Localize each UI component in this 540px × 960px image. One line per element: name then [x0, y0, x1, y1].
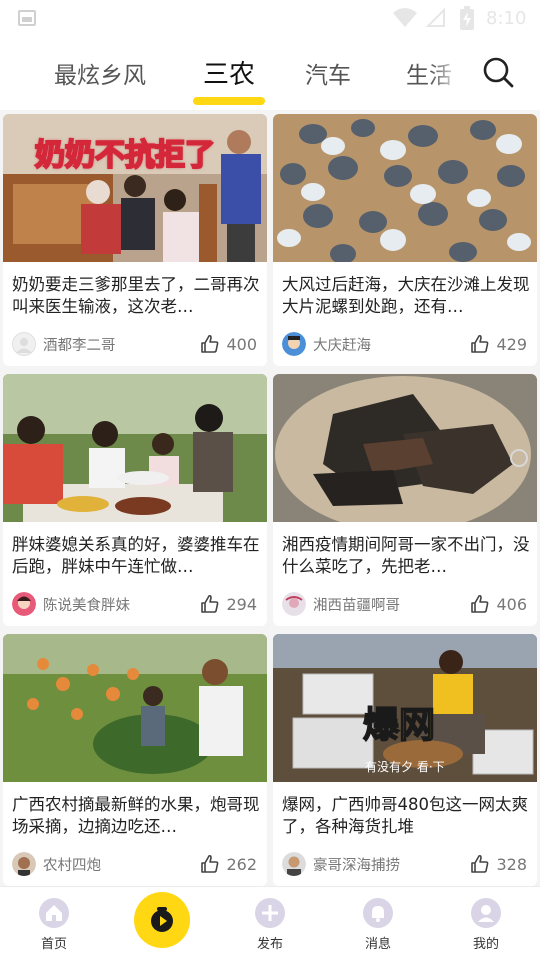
- thumbs-up-icon: [201, 854, 219, 873]
- video-thumbnail[interactable]: 爆网 有没有夕 看·下: [273, 634, 537, 782]
- thumbs-up-icon: [201, 334, 219, 353]
- status-bar: 8:10: [0, 0, 540, 36]
- tab-label: 三农: [203, 60, 256, 90]
- like-button[interactable]: 294: [200, 592, 257, 616]
- tab-sannong[interactable]: 三农: [193, 54, 266, 105]
- video-card[interactable]: 胖妹婆媳关系真的好，婆婆推车在后跑，胖妹中午连忙做… 陈说美食胖妹 294: [3, 374, 267, 626]
- video-title[interactable]: 大风过后赶海，大庆在沙滩上发现大片泥螺到处跑，还有…: [282, 274, 532, 318]
- video-title[interactable]: 广西农村摘最新鲜的水果，炮哥现场采摘，边摘边吃还…: [12, 794, 262, 838]
- like-count: 262: [226, 854, 257, 874]
- like-button[interactable]: 406: [470, 592, 527, 616]
- video-thumbnail[interactable]: [273, 114, 537, 262]
- like-button[interactable]: 400: [200, 332, 257, 356]
- avatar: [12, 852, 36, 876]
- video-card[interactable]: 湘西疫情期间阿哥一家不出门，没什么菜吃了，先把老… 湘西苗疆啊哥 406: [273, 374, 537, 626]
- like-button[interactable]: 262: [200, 852, 257, 876]
- thumbnail-image: [273, 374, 537, 522]
- thumbnail-subcaption: 有没有夕 看·下: [365, 760, 445, 774]
- nav-label: 我的: [472, 937, 499, 952]
- author-info[interactable]: 酒都李二哥: [12, 332, 116, 356]
- thumbnail-caption: 奶奶不抗拒了: [34, 137, 216, 174]
- author-name: 湘西苗疆啊哥: [313, 597, 400, 614]
- thumbnail-image: [273, 114, 537, 262]
- author-name: 豪哥深海捕捞: [313, 857, 400, 874]
- avatar: [282, 592, 306, 616]
- gallery-icon: [18, 10, 36, 26]
- avatar: [12, 592, 36, 616]
- like-count: 400: [226, 334, 257, 354]
- video-thumbnail[interactable]: [273, 374, 537, 522]
- tab-label: 汽车: [305, 63, 351, 89]
- video-thumbnail[interactable]: 奶奶不抗拒了: [3, 114, 267, 262]
- avatar: [282, 852, 306, 876]
- tab-zuixuanxiangfeng[interactable]: 最炫乡风: [54, 56, 146, 90]
- tab-label: 最炫乡风: [54, 63, 146, 89]
- author-info[interactable]: 陈说美食胖妹: [12, 592, 130, 616]
- author-name: 酒都李二哥: [43, 337, 116, 354]
- thumbs-up-icon: [471, 334, 489, 353]
- tab-qiche[interactable]: 汽车: [305, 56, 351, 90]
- battery-icon: [460, 6, 474, 30]
- active-tab-indicator: [193, 97, 266, 105]
- video-title[interactable]: 胖妹婆媳关系真的好，婆婆推车在后跑，胖妹中午连忙做…: [12, 534, 262, 578]
- video-thumbnail[interactable]: [3, 634, 267, 782]
- video-title[interactable]: 湘西疫情期间阿哥一家不出门，没什么菜吃了，先把老…: [282, 534, 532, 578]
- nav-messages[interactable]: 消息: [343, 895, 413, 955]
- video-card[interactable]: 奶奶不抗拒了 奶奶要走三爹那里去了，二哥再次叫来医生输液，这次老… 酒都李二哥 …: [3, 114, 267, 366]
- profile-icon: [471, 898, 501, 928]
- author-info[interactable]: 大庆赶海: [282, 332, 371, 356]
- video-card[interactable]: 大风过后赶海，大庆在沙滩上发现大片泥螺到处跑，还有… 大庆赶海 429: [273, 114, 537, 366]
- nav-label: 发布: [256, 937, 283, 952]
- thumbs-up-icon: [471, 854, 489, 873]
- search-icon[interactable]: [482, 56, 514, 88]
- wifi-icon: [393, 8, 417, 27]
- thumbs-up-icon: [471, 594, 489, 613]
- author-info[interactable]: 豪哥深海捕捞: [282, 852, 400, 876]
- camera-button[interactable]: [134, 892, 190, 948]
- nav-label: 消息: [364, 937, 391, 952]
- nav-publish[interactable]: 发布: [235, 895, 305, 955]
- status-time: 8:10: [486, 8, 527, 29]
- like-count: 429: [496, 334, 527, 354]
- video-feed: 奶奶不抗拒了 奶奶要走三爹那里去了，二哥再次叫来医生输液，这次老… 酒都李二哥 …: [0, 110, 540, 886]
- signal-icon: [426, 7, 445, 27]
- author-info[interactable]: 农村四炮: [12, 852, 101, 876]
- home-icon: [39, 898, 69, 928]
- avatar: [282, 332, 306, 356]
- camera-icon: [151, 907, 173, 932]
- author-name: 陈说美食胖妹: [43, 597, 130, 614]
- like-count: 294: [226, 594, 257, 614]
- like-button[interactable]: 429: [470, 332, 527, 356]
- plus-icon: [255, 898, 285, 928]
- thumbnail-caption: 爆网: [362, 704, 436, 747]
- thumbs-up-icon: [201, 594, 219, 613]
- video-title[interactable]: 爆网，广西帅哥480包这一网太爽了，各种海货扎堆: [282, 794, 532, 838]
- video-card[interactable]: 广西农村摘最新鲜的水果，炮哥现场采摘，边摘边吃还… 农村四炮 262: [3, 634, 267, 886]
- like-count: 406: [496, 594, 527, 614]
- nav-label: 首页: [40, 937, 67, 952]
- nav-profile[interactable]: 我的: [451, 895, 521, 955]
- avatar: [12, 332, 36, 356]
- thumbnail-image: [3, 634, 267, 782]
- like-count: 328: [496, 854, 527, 874]
- thumbnail-image: [3, 374, 267, 522]
- author-name: 农村四炮: [43, 857, 101, 874]
- author-info[interactable]: 湘西苗疆啊哥: [282, 592, 400, 616]
- bell-icon: [363, 898, 393, 928]
- video-card[interactable]: 爆网 有没有夕 看·下 爆网，广西帅哥480包这一网太爽了，各种海货扎堆 豪哥深…: [273, 634, 537, 886]
- tab-fade-edge: [430, 46, 470, 102]
- nav-home[interactable]: 首页: [19, 895, 89, 955]
- category-tab-bar: 最炫乡风 三农 汽车 生活: [0, 36, 540, 110]
- video-thumbnail[interactable]: [3, 374, 267, 522]
- bottom-navigation: 首页 发布 消息 我的: [0, 886, 540, 960]
- like-button[interactable]: 328: [470, 852, 527, 876]
- video-title[interactable]: 奶奶要走三爹那里去了，二哥再次叫来医生输液，这次老…: [12, 274, 262, 318]
- author-name: 大庆赶海: [313, 337, 371, 354]
